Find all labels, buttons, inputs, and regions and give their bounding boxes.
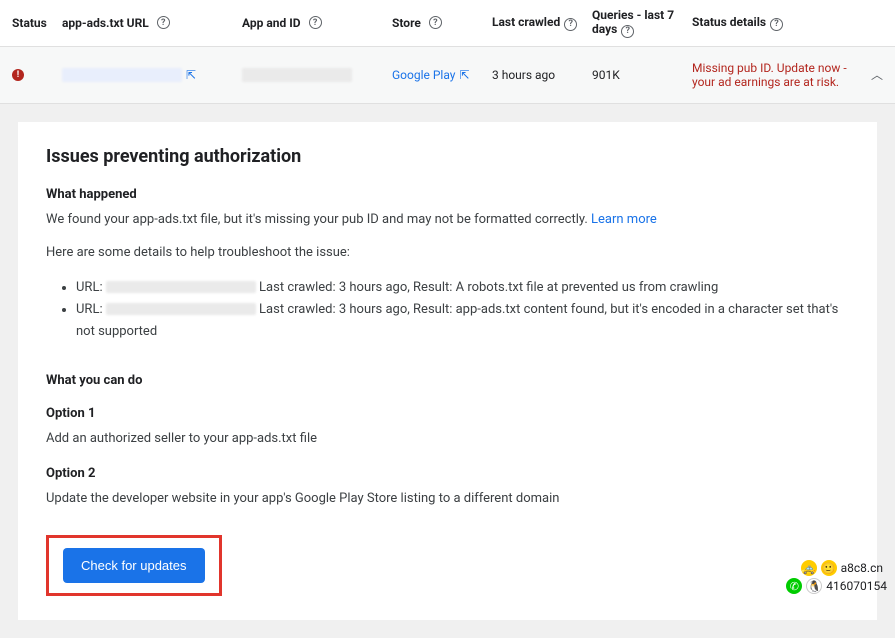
- help-icon[interactable]: ?: [157, 16, 170, 29]
- header-queries: Queries - last 7 days?: [592, 8, 692, 38]
- list-item: URL: Last crawled: 3 hours ago, Result: …: [76, 277, 849, 299]
- watermark-footer: 🚕 🙂 a8c8.cn: [801, 560, 887, 576]
- card-title: Issues preventing authorization: [46, 146, 849, 167]
- check-updates-button[interactable]: Check for updates: [63, 548, 205, 583]
- store-link[interactable]: Google Play: [392, 68, 455, 82]
- error-icon: !: [12, 69, 24, 81]
- header-app: App and ID?: [242, 16, 392, 30]
- chevron-up-icon[interactable]: ︿: [871, 66, 883, 83]
- what-happened-text: We found your app-ads.txt file, but it's…: [46, 210, 849, 230]
- highlighted-button-frame: Check for updates: [46, 535, 222, 596]
- help-icon[interactable]: ?: [621, 25, 634, 38]
- what-can-do-heading: What you can do: [46, 373, 849, 388]
- help-icon[interactable]: ?: [309, 16, 322, 29]
- header-crawled: Last crawled?: [492, 15, 592, 31]
- option2-heading: Option 2: [46, 466, 849, 481]
- status-table: Status app-ads.txt URL? App and ID? Stor…: [0, 0, 895, 104]
- status-detail-text: Missing pub ID. Update now - your ad ear…: [692, 61, 852, 89]
- help-icon[interactable]: ?: [770, 18, 783, 31]
- help-icon[interactable]: ?: [564, 18, 577, 31]
- option1-heading: Option 1: [46, 406, 849, 421]
- table-header-row: Status app-ads.txt URL? App and ID? Stor…: [0, 0, 895, 47]
- footer-domain: a8c8.cn: [841, 561, 883, 575]
- option2-text: Update the developer website in your app…: [46, 489, 849, 509]
- issue-card: Issues preventing authorization What hap…: [18, 122, 877, 620]
- external-link-icon[interactable]: ⇱: [186, 68, 196, 82]
- external-link-icon[interactable]: ⇱: [459, 68, 469, 82]
- qq-icon: 🐧: [806, 578, 822, 594]
- queries-value: 901K: [592, 68, 692, 82]
- header-details: Status details?: [692, 15, 883, 31]
- footer-qq: 416070154: [826, 579, 887, 593]
- learn-more-link[interactable]: Learn more: [591, 212, 657, 227]
- avatar-icon: 🚕: [801, 560, 817, 576]
- option1-text: Add an authorized seller to your app-ads…: [46, 429, 849, 449]
- redacted-url: [106, 281, 256, 293]
- what-happened-heading: What happened: [46, 187, 849, 202]
- header-status: Status: [12, 16, 62, 30]
- crawled-value: 3 hours ago: [492, 68, 592, 82]
- wechat-icon: ✆: [786, 578, 802, 594]
- help-icon[interactable]: ?: [429, 16, 442, 29]
- redacted-url: [62, 68, 182, 82]
- list-item: URL: Last crawled: 3 hours ago, Result: …: [76, 299, 849, 343]
- issue-list: URL: Last crawled: 3 hours ago, Result: …: [46, 277, 849, 343]
- redacted-url: [106, 303, 256, 315]
- table-row[interactable]: ! ⇱ Google Play ⇱ 3 hours ago 901K Missin…: [0, 47, 895, 103]
- header-url: app-ads.txt URL?: [62, 16, 242, 30]
- avatar-icon: 🙂: [821, 560, 837, 576]
- troubleshoot-intro: Here are some details to help troublesho…: [46, 243, 849, 263]
- header-store: Store?: [392, 16, 492, 30]
- watermark-footer-2: ✆ 🐧 416070154: [786, 578, 887, 594]
- redacted-app: [242, 68, 352, 82]
